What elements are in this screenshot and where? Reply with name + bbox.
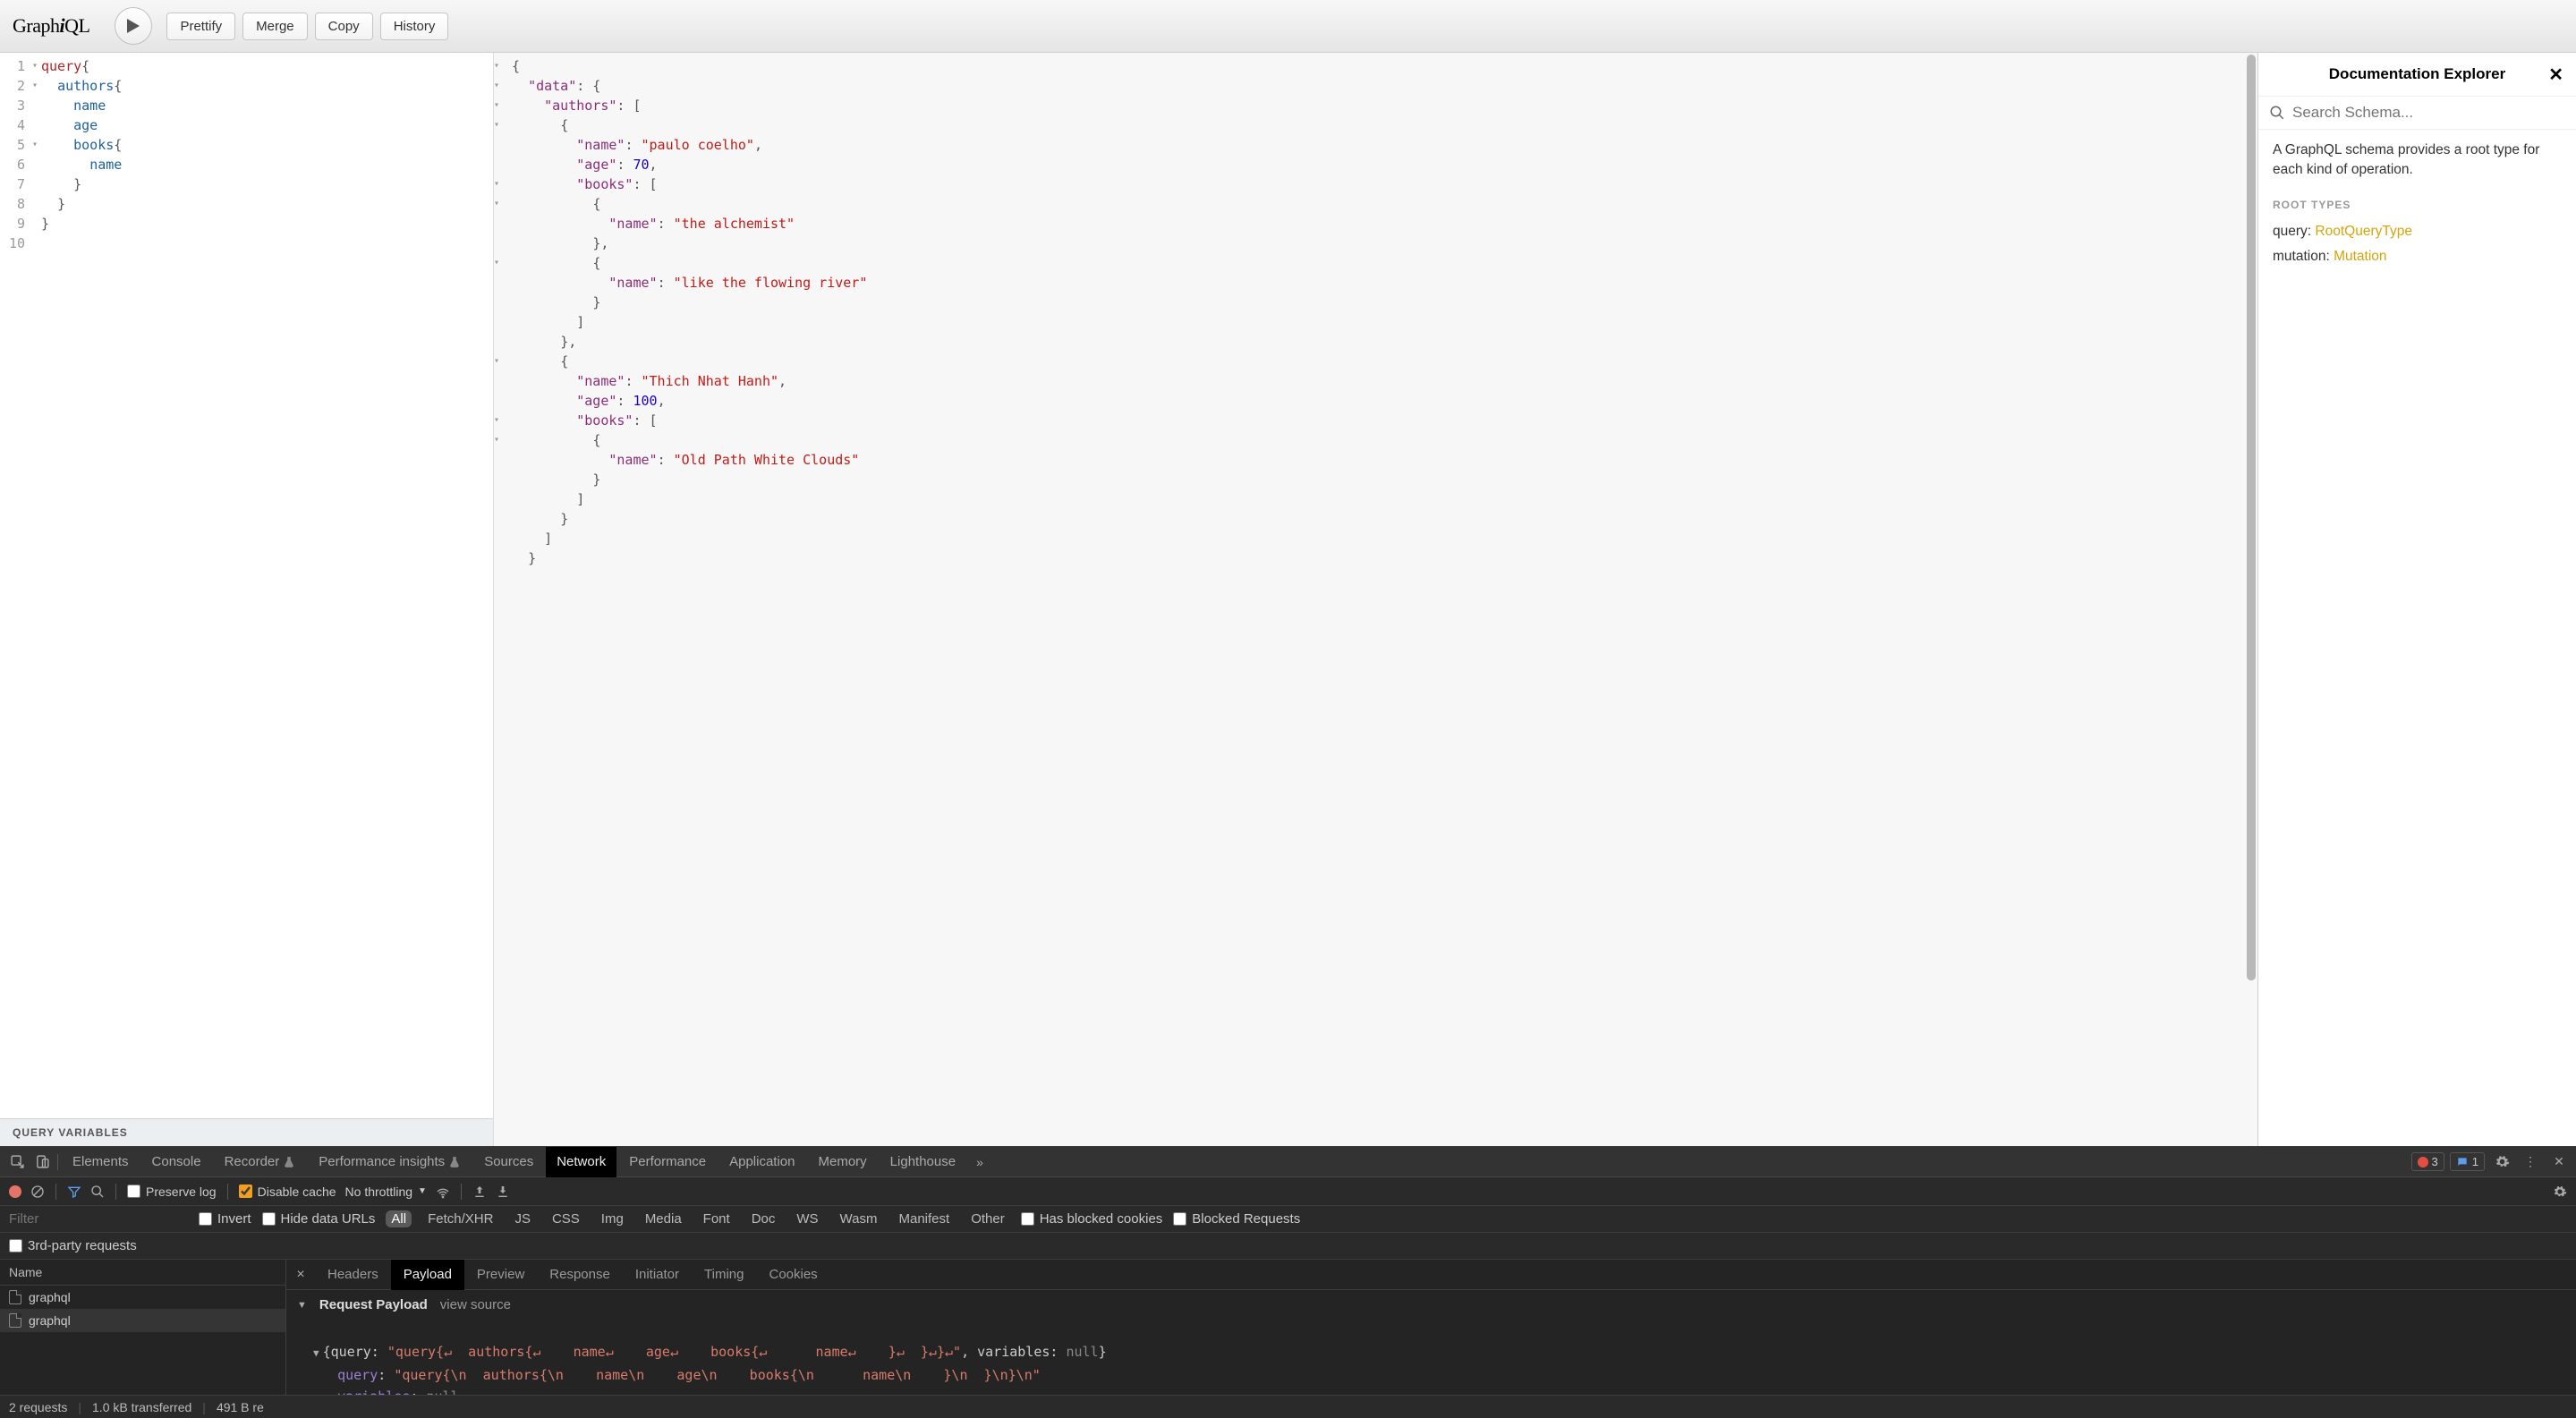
filter-doc[interactable]: Doc [746, 1210, 781, 1227]
filter-wasm[interactable]: Wasm [835, 1210, 883, 1227]
search-network-icon[interactable] [90, 1184, 105, 1199]
merge-button[interactable]: Merge [242, 13, 308, 40]
beta-icon [283, 1156, 295, 1168]
disclosure-triangle-icon[interactable]: ▼ [297, 1300, 307, 1311]
dtab-headers[interactable]: Headers [315, 1260, 391, 1290]
file-icon [9, 1290, 21, 1304]
close-detail-icon[interactable]: × [286, 1267, 315, 1283]
close-devtools-icon[interactable]: ✕ [2547, 1151, 2571, 1174]
device-toggle-icon[interactable] [30, 1151, 54, 1174]
beta-icon [448, 1156, 461, 1168]
blocked-requests-checkbox[interactable]: Blocked Requests [1173, 1211, 1300, 1227]
inspect-icon[interactable] [5, 1151, 29, 1174]
docs-section-header: ROOT TYPES [2273, 199, 2562, 211]
query-editor[interactable]: 1 2 3 4 5 6 7 8 9 10 ▾▾▾ query{ authors{… [0, 53, 493, 1118]
disable-cache-checkbox[interactable]: Disable cache [239, 1184, 336, 1199]
result-scrollbar[interactable] [2247, 55, 2256, 1144]
play-icon [126, 18, 140, 34]
filter-media[interactable]: Media [640, 1210, 687, 1227]
execute-button[interactable] [115, 7, 152, 45]
docs-description: A GraphQL schema provides a root type fo… [2273, 140, 2562, 179]
invert-checkbox[interactable]: Invert [199, 1211, 251, 1227]
message-icon [2456, 1156, 2469, 1168]
tab-application[interactable]: Application [718, 1147, 805, 1177]
fold-gutter[interactable]: ▾▾▾ [32, 56, 41, 1118]
copy-button[interactable]: Copy [315, 13, 373, 40]
tab-network[interactable]: Network [546, 1147, 616, 1177]
payload-body: ▼ Request Payload view source ▼{query: "… [286, 1290, 2576, 1395]
docs-title: Documentation Explorer [2329, 65, 2505, 83]
download-har-icon[interactable] [496, 1184, 510, 1199]
docs-explorer: Documentation Explorer ✕ A GraphQL schem… [2257, 53, 2576, 1146]
dtab-payload[interactable]: Payload [391, 1260, 464, 1290]
upload-har-icon[interactable] [472, 1184, 487, 1199]
search-icon [2269, 105, 2285, 121]
disclosure-triangle-icon[interactable]: ▼ [313, 1347, 319, 1359]
kebab-icon[interactable]: ⋮ [2519, 1151, 2542, 1174]
tab-elements[interactable]: Elements [62, 1147, 140, 1177]
third-party-checkbox[interactable]: 3rd-party requests [9, 1238, 137, 1253]
record-button[interactable] [9, 1185, 21, 1198]
docs-field-query[interactable]: query: RootQueryType [2273, 224, 2562, 240]
network-conditions-icon[interactable] [436, 1184, 450, 1199]
docs-close-icon[interactable]: ✕ [2548, 64, 2563, 86]
filter-ws[interactable]: WS [791, 1210, 823, 1227]
docs-search-input[interactable] [2292, 104, 2565, 122]
dtab-timing[interactable]: Timing [692, 1260, 756, 1290]
result-fold-gutter[interactable]: ▾▾▾▾▾▾▾▾▾▾ [494, 53, 505, 1146]
devtools-panel: Elements Console Recorder Performance in… [0, 1146, 2576, 1418]
result-pane[interactable]: ▾▾▾▾▾▾▾▾▾▾ { "data": { "authors": [ { "n… [494, 53, 2257, 1146]
filter-other[interactable]: Other [965, 1210, 1010, 1227]
view-source-link[interactable]: view source [440, 1297, 511, 1312]
hide-data-urls-checkbox[interactable]: Hide data URLs [262, 1211, 376, 1227]
request-list: Name graphql graphql [0, 1260, 286, 1395]
query-variables-header[interactable]: QUERY VARIABLES [0, 1118, 493, 1146]
dtab-initiator[interactable]: Initiator [623, 1260, 692, 1290]
network-status-bar: 2 requests| 1.0 kB transferred| 491 B re [0, 1395, 2576, 1418]
blocked-cookies-checkbox[interactable]: Has blocked cookies [1021, 1211, 1163, 1227]
request-detail-tabs: × Headers Payload Preview Response Initi… [286, 1260, 2576, 1290]
devtools-tabbar: Elements Console Recorder Performance in… [0, 1147, 2576, 1177]
graphiql-logo: GraphiQL [13, 14, 89, 38]
tab-console[interactable]: Console [141, 1147, 212, 1177]
filter-all[interactable]: All [386, 1210, 412, 1227]
dtab-response[interactable]: Response [537, 1260, 623, 1290]
line-gutter: 1 2 3 4 5 6 7 8 9 10 [0, 56, 32, 1118]
dtab-cookies[interactable]: Cookies [756, 1260, 829, 1290]
network-toolbar: Preserve log Disable cache No throttling… [0, 1177, 2576, 1206]
clear-icon[interactable] [30, 1184, 45, 1199]
error-badge[interactable]: 3 [2411, 1152, 2444, 1171]
filter-icon[interactable] [67, 1184, 81, 1199]
tab-sources[interactable]: Sources [473, 1147, 544, 1177]
network-filter-input[interactable] [9, 1211, 188, 1227]
request-list-header[interactable]: Name [0, 1260, 285, 1286]
tab-perf-insights[interactable]: Performance insights [308, 1147, 472, 1177]
settings-icon[interactable] [2490, 1151, 2513, 1174]
filter-font[interactable]: Font [698, 1210, 735, 1227]
history-button[interactable]: History [380, 13, 449, 40]
tab-recorder[interactable]: Recorder [214, 1147, 307, 1177]
network-settings-icon[interactable] [2553, 1184, 2567, 1199]
filter-js[interactable]: JS [509, 1210, 536, 1227]
request-row[interactable]: graphql [0, 1286, 285, 1309]
tab-lighthouse[interactable]: Lighthouse [880, 1147, 966, 1177]
tab-memory[interactable]: Memory [808, 1147, 878, 1177]
message-badge[interactable]: 1 [2450, 1152, 2485, 1171]
tabs-overflow-icon[interactable]: » [968, 1151, 991, 1174]
filter-img[interactable]: Img [596, 1210, 629, 1227]
dtab-preview[interactable]: Preview [464, 1260, 537, 1290]
graphiql-toolbar: GraphiQL Prettify Merge Copy History [0, 0, 2576, 53]
filter-manifest[interactable]: Manifest [894, 1210, 956, 1227]
docs-field-mutation[interactable]: mutation: Mutation [2273, 249, 2562, 265]
filter-css[interactable]: CSS [547, 1210, 585, 1227]
filter-xhr[interactable]: Fetch/XHR [422, 1210, 498, 1227]
tab-performance[interactable]: Performance [618, 1147, 717, 1177]
file-icon [9, 1313, 21, 1328]
throttling-select[interactable]: No throttling ▼ [345, 1184, 427, 1199]
request-row[interactable]: graphql [0, 1309, 285, 1332]
prettify-button[interactable]: Prettify [166, 13, 235, 40]
preserve-log-checkbox[interactable]: Preserve log [127, 1184, 217, 1199]
